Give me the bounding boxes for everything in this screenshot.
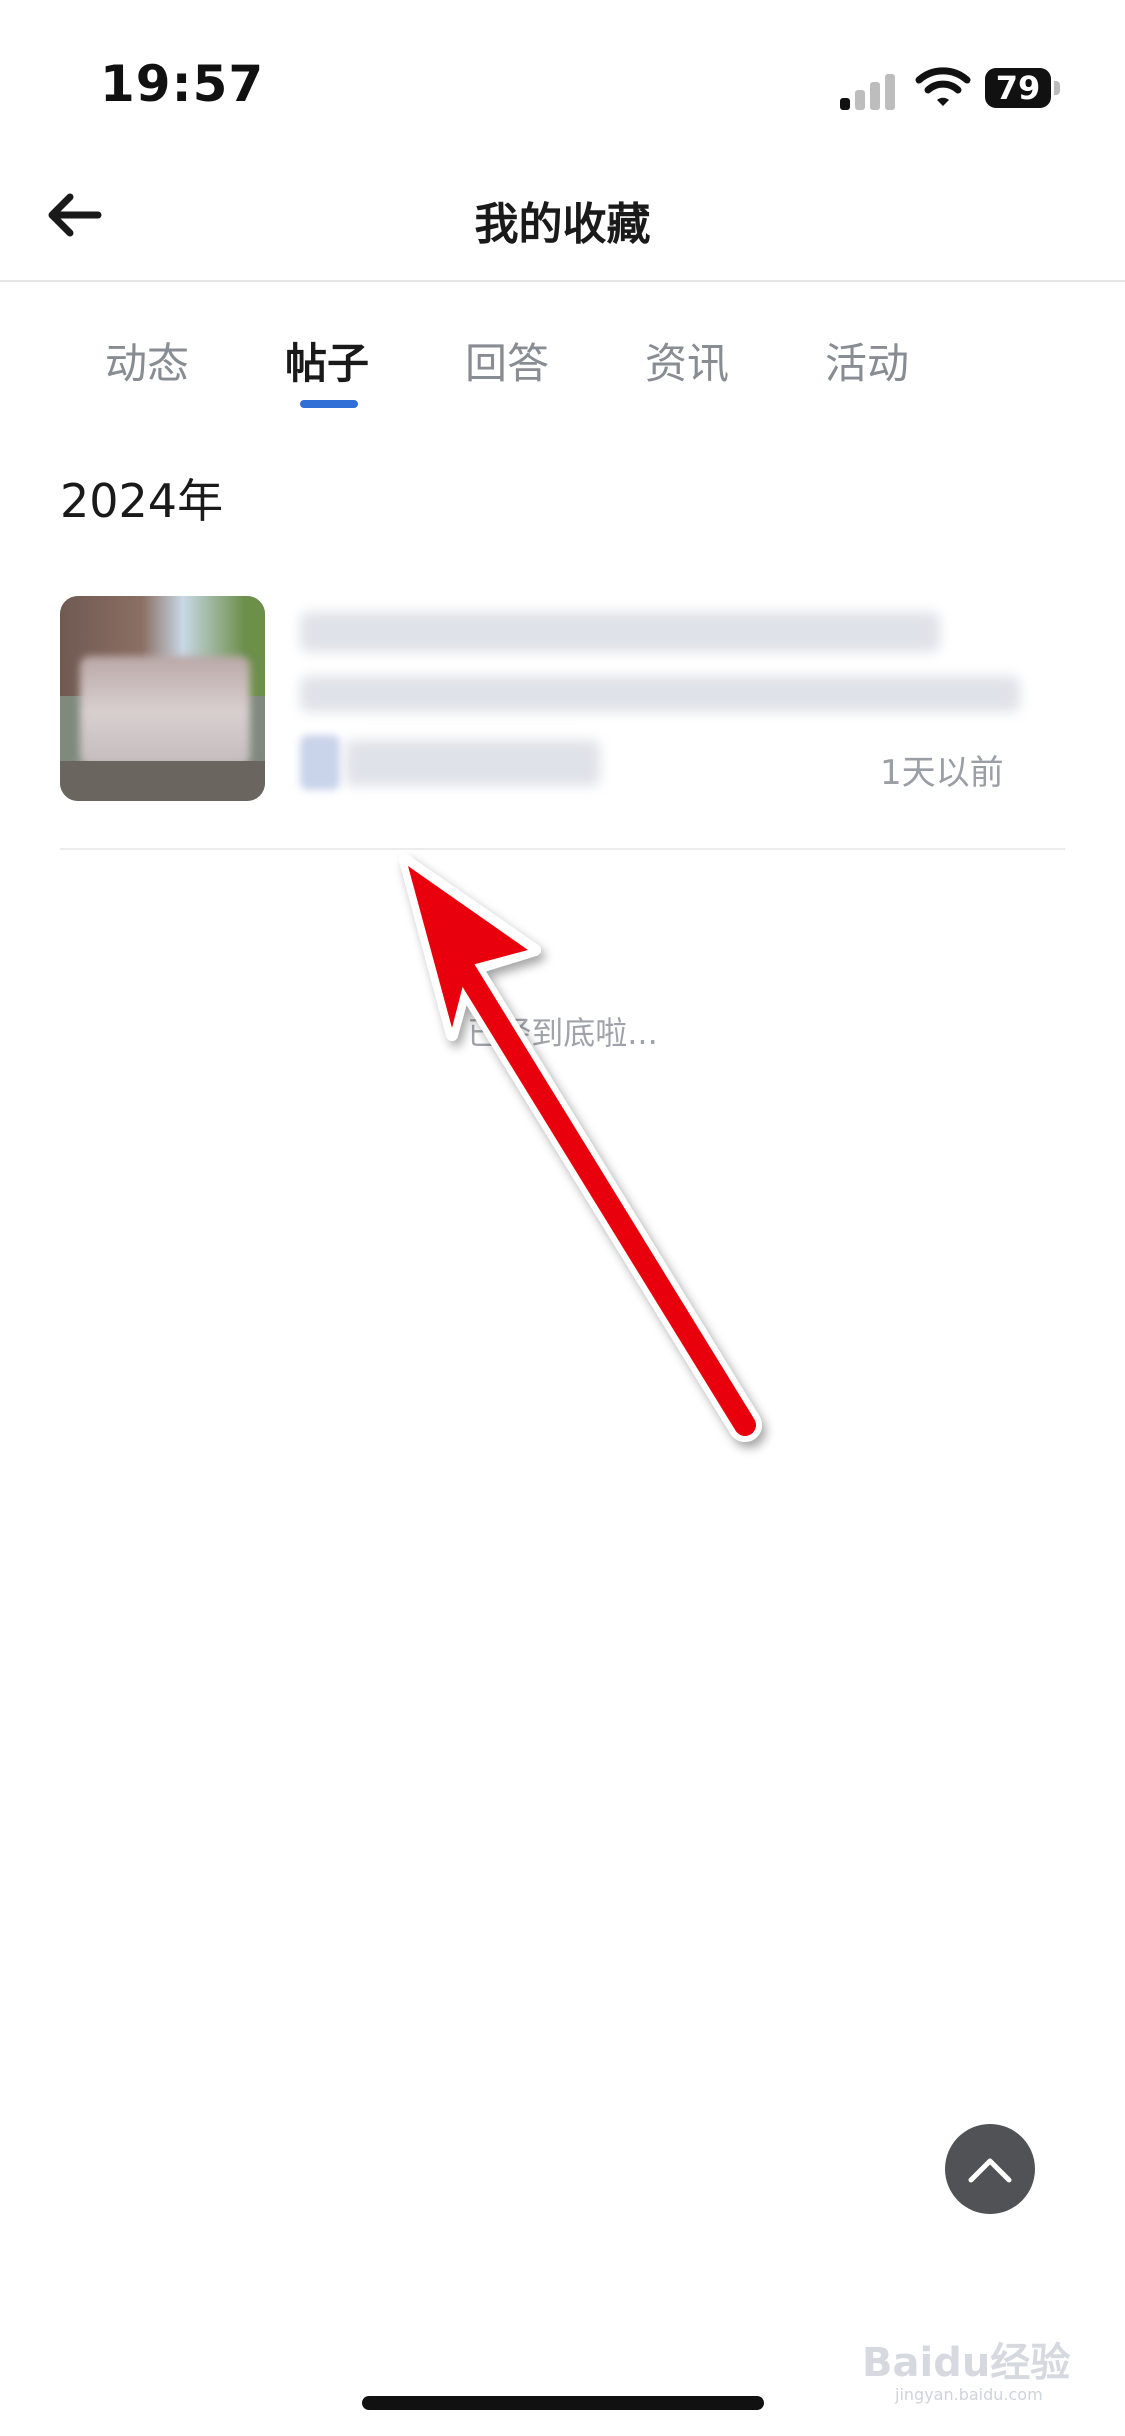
tab-posts[interactable]: 帖子	[285, 330, 369, 391]
list-divider	[60, 848, 1065, 850]
list-end-text: 已经到底啦...	[467, 1014, 658, 1052]
author-name-blurred	[345, 740, 600, 786]
watermark-logo: Baidu经验	[862, 2340, 1071, 2386]
wifi-icon	[915, 67, 971, 106]
post-summary-blurred	[300, 676, 1020, 712]
tab-answers[interactable]: 回答	[465, 330, 549, 391]
active-tab-indicator	[300, 400, 358, 408]
battery-indicator: 79	[985, 68, 1065, 108]
page-title: 我的收藏	[474, 199, 651, 250]
tab-dynamic[interactable]: 动态	[105, 330, 189, 391]
post-title-blurred	[300, 612, 940, 652]
cellular-signal-icon	[840, 70, 900, 110]
post-time: 1天以前	[880, 753, 1004, 793]
watermark-url: jingyan.baidu.com	[895, 2385, 1043, 2404]
back-to-top-button[interactable]	[945, 2124, 1035, 2214]
author-avatar-blurred	[300, 735, 340, 790]
tab-events[interactable]: 活动	[825, 330, 909, 391]
battery-level: 79	[985, 68, 1051, 108]
home-indicator[interactable]	[362, 2396, 764, 2410]
post-thumbnail	[60, 596, 265, 801]
chevron-up-icon	[968, 2158, 1012, 2183]
header-divider	[0, 280, 1125, 282]
status-time: 19:57	[100, 55, 265, 113]
year-heading: 2024年	[60, 474, 224, 528]
tab-news[interactable]: 资讯	[645, 330, 729, 391]
